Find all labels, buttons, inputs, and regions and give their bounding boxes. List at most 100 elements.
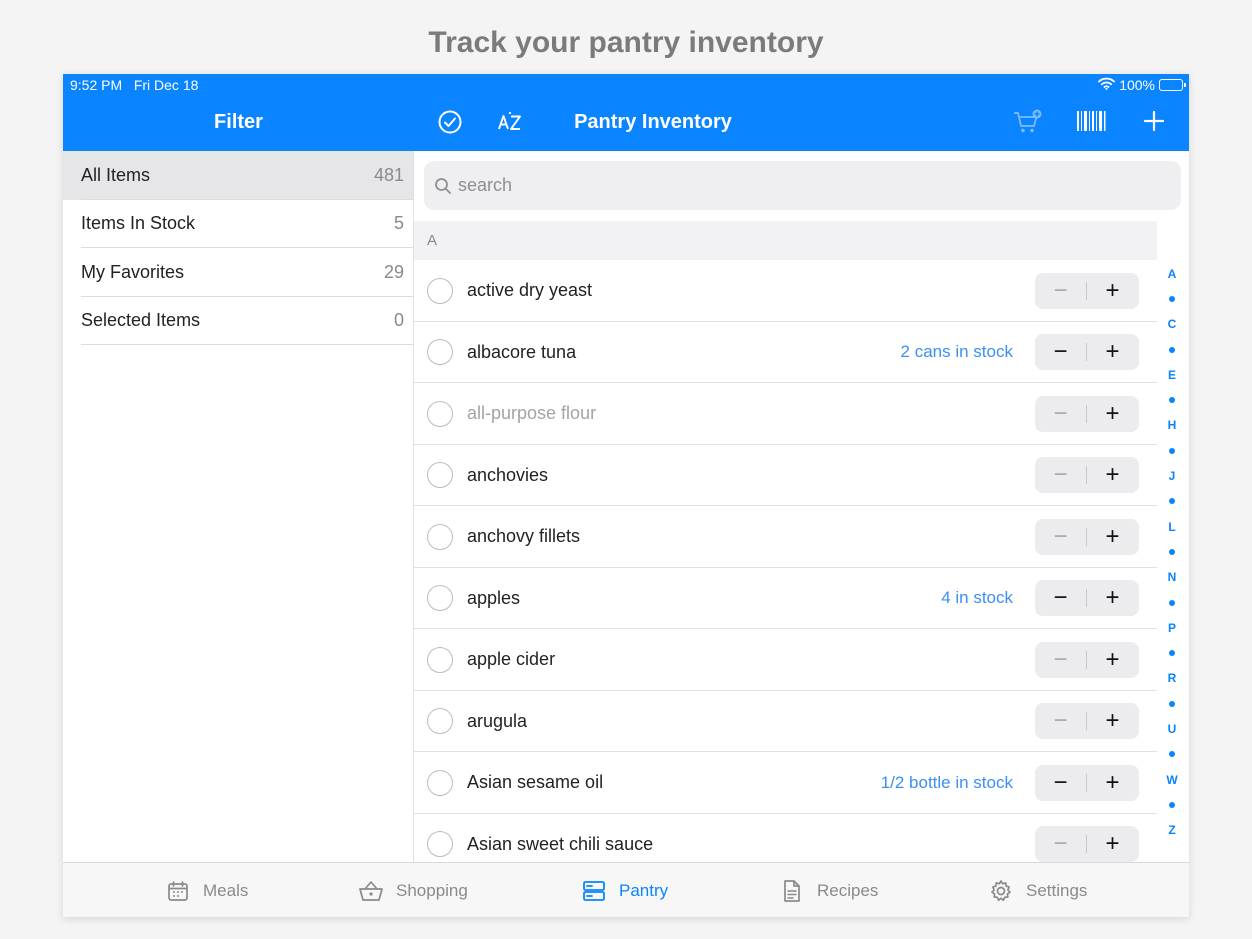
- tab-meals[interactable]: Meals: [165, 863, 248, 917]
- list-item[interactable]: Asian sesame oil 1/2 bottle in stock − +: [414, 752, 1157, 814]
- increment-button[interactable]: +: [1087, 273, 1138, 309]
- item-name: arugula: [467, 710, 528, 731]
- decrement-button[interactable]: −: [1035, 457, 1086, 493]
- select-checkbox[interactable]: [427, 646, 453, 673]
- tab-pantry[interactable]: Pantry: [581, 863, 668, 917]
- stock-label: 2 cans in stock: [900, 342, 1013, 362]
- select-checkbox[interactable]: [427, 462, 453, 489]
- plus-icon: [1142, 109, 1166, 138]
- list-item[interactable]: anchovies − +: [414, 445, 1157, 507]
- index-dot[interactable]: [1161, 337, 1183, 362]
- search-input[interactable]: search: [424, 161, 1181, 210]
- index-letter[interactable]: L: [1161, 514, 1183, 539]
- list-item[interactable]: arugula − +: [414, 691, 1157, 753]
- increment-button[interactable]: +: [1087, 457, 1138, 493]
- filter-all-items[interactable]: All Items 481: [63, 151, 413, 200]
- checkmark-circle-icon: [437, 109, 463, 140]
- index-letter[interactable]: H: [1161, 413, 1183, 438]
- increment-button[interactable]: +: [1087, 703, 1138, 739]
- filter-my-favorites[interactable]: My Favorites 29: [63, 248, 413, 297]
- list-item[interactable]: apple cider − +: [414, 629, 1157, 691]
- quantity-stepper: − +: [1035, 272, 1139, 309]
- item-name: apple cider: [467, 649, 556, 670]
- index-dot[interactable]: [1161, 691, 1183, 716]
- select-checkbox[interactable]: [427, 831, 453, 858]
- list-item[interactable]: albacore tuna 2 cans in stock − +: [414, 322, 1157, 384]
- index-letter[interactable]: C: [1161, 312, 1183, 337]
- index-letter[interactable]: Z: [1161, 818, 1183, 843]
- wifi-icon: [1098, 77, 1116, 93]
- increment-button[interactable]: +: [1087, 642, 1138, 678]
- select-checkbox[interactable]: [427, 769, 453, 796]
- tab-label: Meals: [203, 880, 249, 900]
- index-letter[interactable]: A: [1161, 261, 1183, 286]
- calendar-icon: [165, 878, 191, 904]
- status-time: 9:52 PM: [70, 77, 123, 93]
- decrement-button[interactable]: −: [1035, 519, 1086, 555]
- promo-headline: Track your pantry inventory: [428, 26, 824, 59]
- decrement-button[interactable]: −: [1035, 642, 1086, 678]
- status-date: Fri Dec 18: [133, 77, 199, 93]
- stock-label: 1/2 bottle in stock: [880, 772, 1013, 792]
- select-checkbox[interactable]: [427, 339, 453, 366]
- select-checkbox[interactable]: [427, 708, 453, 735]
- tab-shopping[interactable]: Shopping: [358, 863, 468, 917]
- tab-recipes[interactable]: Recipes: [779, 863, 878, 917]
- section-index-bar[interactable]: ACEHJLNPRUWZ: [1161, 261, 1183, 838]
- filter-count: 0: [393, 310, 404, 331]
- increment-button[interactable]: +: [1087, 396, 1138, 432]
- index-dot-mark: [1169, 397, 1175, 404]
- decrement-button[interactable]: −: [1035, 273, 1086, 309]
- increment-button[interactable]: +: [1087, 826, 1138, 862]
- list-item[interactable]: active dry yeast − +: [414, 260, 1157, 322]
- decrement-button[interactable]: −: [1035, 580, 1086, 616]
- index-dot[interactable]: [1161, 792, 1183, 817]
- barcode-scan-button[interactable]: [1076, 109, 1106, 138]
- index-dot-mark: [1169, 295, 1175, 302]
- quantity-stepper: − +: [1035, 518, 1139, 555]
- increment-button[interactable]: +: [1087, 519, 1138, 555]
- index-dot[interactable]: [1161, 640, 1183, 665]
- quantity-stepper: − +: [1035, 457, 1139, 494]
- select-checkbox[interactable]: [427, 277, 453, 304]
- decrement-button[interactable]: −: [1035, 826, 1086, 862]
- list-item[interactable]: all-purpose flour − +: [414, 383, 1157, 445]
- index-dot[interactable]: [1161, 438, 1183, 463]
- index-dot[interactable]: [1161, 387, 1183, 412]
- quantity-stepper: − +: [1035, 764, 1139, 801]
- index-dot[interactable]: [1161, 286, 1183, 311]
- decrement-button[interactable]: −: [1035, 703, 1086, 739]
- index-dot[interactable]: [1161, 742, 1183, 767]
- index-dot-mark: [1169, 346, 1175, 353]
- increment-button[interactable]: +: [1087, 334, 1138, 370]
- decrement-button[interactable]: −: [1035, 765, 1086, 801]
- index-letter[interactable]: U: [1161, 716, 1183, 741]
- index-dot[interactable]: [1161, 489, 1183, 514]
- index-letter[interactable]: N: [1161, 565, 1183, 590]
- document-icon: [779, 878, 805, 904]
- index-letter[interactable]: R: [1161, 666, 1183, 691]
- decrement-button[interactable]: −: [1035, 334, 1086, 370]
- select-all-button[interactable]: [437, 109, 463, 140]
- list-item[interactable]: apples 4 in stock − +: [414, 568, 1157, 630]
- select-checkbox[interactable]: [427, 585, 453, 612]
- increment-button[interactable]: +: [1087, 580, 1138, 616]
- select-checkbox[interactable]: [427, 400, 453, 427]
- increment-button[interactable]: +: [1087, 765, 1138, 801]
- index-letter[interactable]: W: [1161, 767, 1183, 792]
- decrement-button[interactable]: −: [1035, 396, 1086, 432]
- add-to-cart-button[interactable]: [1013, 109, 1043, 140]
- add-item-button[interactable]: [1142, 109, 1166, 138]
- filter-selected-items[interactable]: Selected Items 0: [63, 297, 413, 346]
- index-letter[interactable]: J: [1161, 463, 1183, 488]
- filter-items-in-stock[interactable]: Items In Stock 5: [63, 200, 413, 249]
- tab-settings[interactable]: Settings: [988, 863, 1087, 917]
- list-item[interactable]: anchovy fillets − +: [414, 506, 1157, 568]
- quantity-stepper: − +: [1035, 703, 1139, 740]
- index-dot[interactable]: [1161, 590, 1183, 615]
- select-checkbox[interactable]: [427, 523, 453, 550]
- tab-bar: Meals Shopping Pantry Recipes Settings: [63, 862, 1189, 917]
- index-letter[interactable]: E: [1161, 362, 1183, 387]
- index-dot[interactable]: [1161, 539, 1183, 564]
- index-letter[interactable]: P: [1161, 615, 1183, 640]
